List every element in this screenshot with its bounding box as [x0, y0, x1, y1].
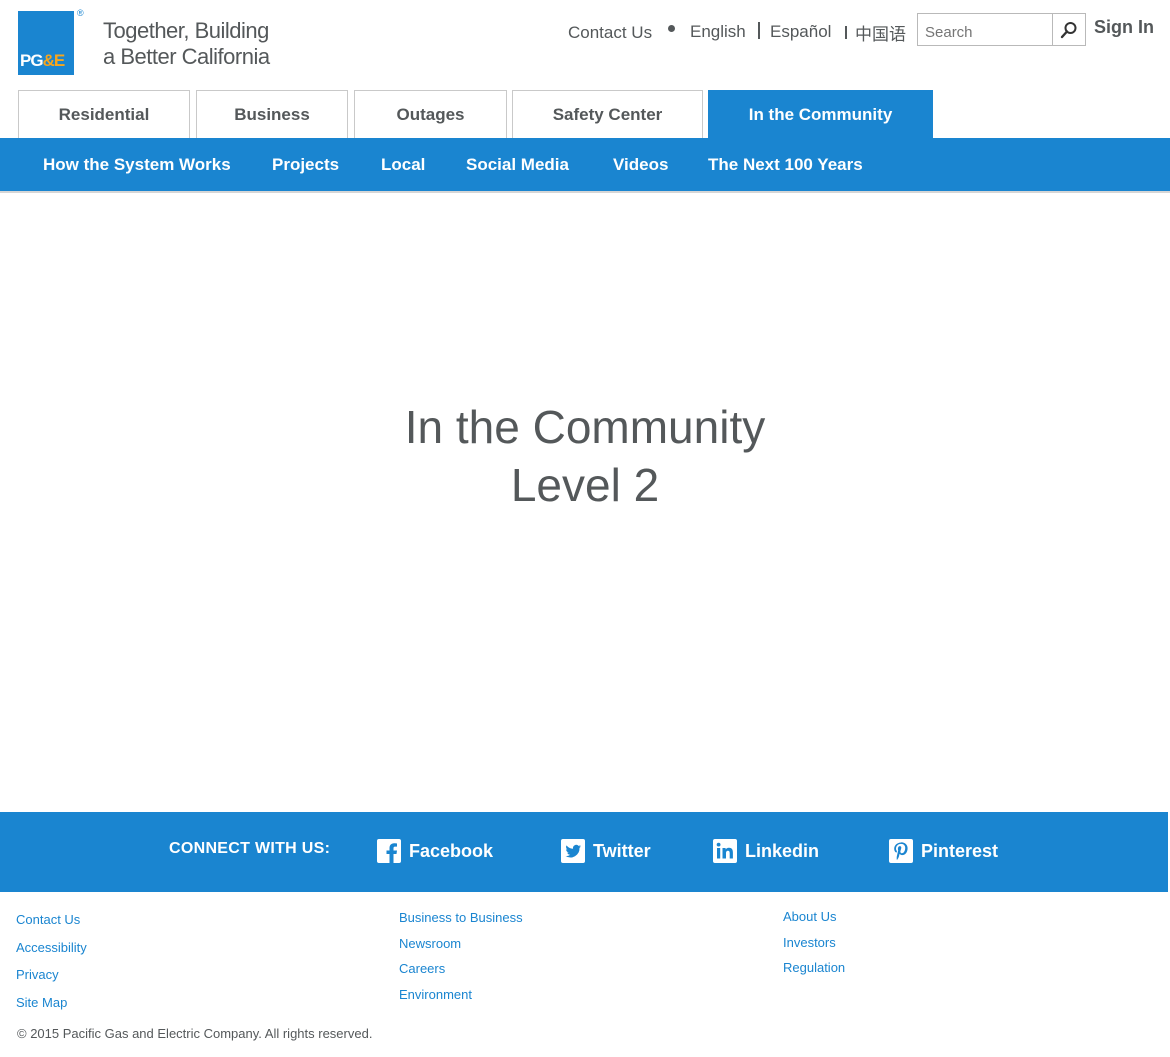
footer-investors-link[interactable]: Investors [783, 935, 836, 950]
footer-privacy-link[interactable]: Privacy [16, 967, 59, 982]
tab-label: In the Community [748, 105, 893, 124]
tagline: Together, Building a Better California [103, 18, 270, 70]
linkedin-label: Linkedin [745, 840, 820, 861]
subnav-projects[interactable]: Projects [272, 155, 339, 175]
tab-outages[interactable]: Outages [354, 90, 507, 139]
pinterest-icon [889, 839, 913, 863]
heading-line2: Level 2 [510, 459, 660, 511]
site-header: ® PG&E Together, Building a Better Calif… [0, 0, 1170, 90]
connect-label: CONNECT WITH US: [169, 840, 331, 857]
tab-label: Residential [58, 105, 150, 124]
footer-newsroom-link[interactable]: Newsroom [399, 936, 461, 951]
linkedin-icon [713, 839, 737, 863]
separator-dot [668, 25, 675, 32]
footer-about-us-link[interactable]: About Us [783, 909, 836, 924]
logo-pg: PG [20, 51, 44, 70]
footer-site-map-link[interactable]: Site Map [16, 995, 67, 1010]
logo-e: E [53, 51, 65, 70]
lang-divider [758, 22, 760, 39]
footer-careers-link[interactable]: Careers [399, 961, 445, 976]
twitter-icon [561, 839, 585, 863]
subnav-social-media[interactable]: Social Media [466, 155, 569, 175]
footer-accessibility-link[interactable]: Accessibility [16, 940, 87, 955]
sub-navigation: How the System Works Projects Local Soci… [0, 138, 1170, 193]
tab-label: Safety Center [552, 105, 663, 124]
footer-contact-us-link[interactable]: Contact Us [16, 912, 80, 927]
search-button[interactable] [1052, 13, 1086, 46]
tagline-line2: a Better California [103, 44, 270, 69]
tab-in-the-community[interactable]: In the Community [708, 90, 933, 139]
footer-regulation-link[interactable]: Regulation [783, 960, 845, 975]
facebook-icon [377, 839, 401, 863]
footer-business-to-business-link[interactable]: Business to Business [399, 910, 523, 925]
subnav-next-100-years[interactable]: The Next 100 Years [708, 155, 863, 175]
pinterest-link[interactable]: Pinterest [889, 836, 998, 866]
tagline-line1: Together, Building [103, 18, 269, 43]
tab-residential[interactable]: Residential [18, 90, 190, 139]
search-icon [1060, 21, 1077, 38]
connect-bar: CONNECT WITH US: Facebook Twitter Linked… [0, 812, 1168, 892]
contact-us-link[interactable]: Contact Us [568, 21, 652, 45]
search-input[interactable] [918, 14, 1052, 45]
heading-line1: In the Community [404, 401, 766, 453]
page-heading: In the Community Level 2 [0, 398, 1170, 514]
facebook-link[interactable]: Facebook [377, 836, 493, 866]
lang-english-link[interactable]: English [690, 20, 746, 44]
pinterest-label: Pinterest [921, 840, 999, 861]
linkedin-link[interactable]: Linkedin [713, 836, 819, 866]
tab-label: Outages [396, 105, 465, 124]
tab-label: Business [234, 105, 310, 124]
logo-amp: & [42, 51, 55, 70]
registered-mark: ® [77, 8, 84, 18]
lang-espanol-link[interactable]: Español [770, 20, 831, 44]
lang-chinese-link[interactable]: 中国语 [855, 20, 906, 44]
copyright-text: © 2015 Pacific Gas and Electric Company.… [17, 1026, 373, 1041]
subnav-how-the-system-works[interactable]: How the System Works [43, 155, 231, 175]
lang-divider [845, 26, 847, 39]
tab-safety-center[interactable]: Safety Center [512, 90, 703, 139]
subnav-videos[interactable]: Videos [613, 155, 668, 175]
footer-environment-link[interactable]: Environment [399, 987, 472, 1002]
pge-logo-text[interactable]: PG&E [20, 51, 65, 71]
twitter-label: Twitter [593, 840, 651, 861]
facebook-label: Facebook [409, 840, 494, 861]
twitter-link[interactable]: Twitter [561, 836, 651, 866]
sign-in-link[interactable]: Sign In [1094, 17, 1154, 38]
subnav-local[interactable]: Local [381, 155, 425, 175]
tab-business[interactable]: Business [196, 90, 348, 139]
search-field[interactable] [917, 13, 1053, 46]
